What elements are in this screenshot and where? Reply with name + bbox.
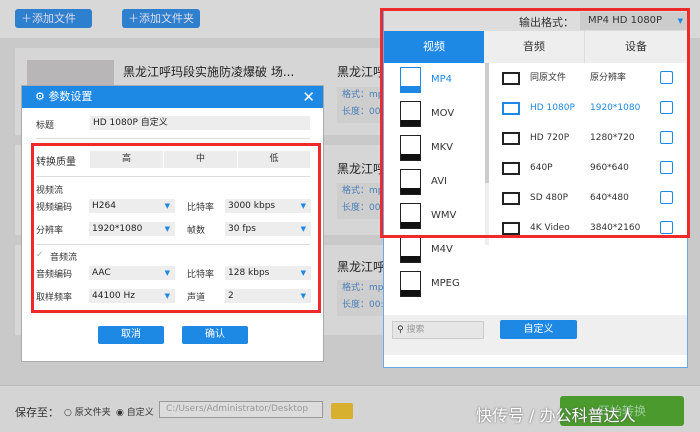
video-bitrate-select[interactable]: 3000 kbps ▼ (225, 199, 311, 213)
plus-icon: ＋ (21, 12, 32, 25)
add-folder-button[interactable]: ＋添加文件夹 (122, 9, 200, 28)
audio-bitrate-label: 比特率 (187, 270, 215, 280)
audio-section-label: 音频流 (50, 253, 78, 263)
resolution-label: 分辨率 (36, 226, 64, 236)
folder-icon[interactable] (331, 403, 353, 419)
quality-high[interactable]: 高 (90, 151, 163, 168)
audio-bitrate-select[interactable]: 128 kbps ▼ (225, 266, 311, 280)
file-output-title: 黑龙江呼 (337, 65, 386, 79)
format-item-mpeg[interactable]: MPEG (384, 267, 487, 300)
highlight-box (380, 8, 690, 238)
sample-rate-select[interactable]: 44100 Hz ▼ (89, 289, 175, 303)
dropdown-arrow-icon: ▼ (300, 292, 306, 300)
dropdown-arrow-icon: ▼ (300, 269, 306, 277)
dropdown-arrow-icon: ▼ (164, 202, 170, 210)
file-output-title: 黑龙江呼 (337, 260, 386, 274)
cancel-button[interactable]: 取消 (98, 326, 164, 344)
file-output-title: 黑龙江呼 (337, 162, 386, 176)
dialog-header: ⚙ 参数设置 ✕ (22, 86, 323, 108)
video-file-icon (400, 237, 421, 263)
audio-codec-select[interactable]: AAC ▼ (89, 266, 175, 280)
audio-codec-label: 音频编码 (36, 270, 73, 280)
file-meta: 格式：mp 长度：00: (337, 280, 387, 316)
video-codec-select[interactable]: H264 ▼ (89, 199, 175, 213)
confirm-button[interactable]: 确认 (182, 326, 248, 344)
audio-checkbox[interactable]: ✓ (36, 250, 44, 260)
fps-select[interactable]: 30 fps ▼ (225, 222, 311, 236)
radio-custom[interactable]: ◉ 自定义 (116, 405, 154, 418)
dropdown-arrow-icon: ▼ (300, 225, 306, 233)
fps-label: 帧数 (187, 226, 206, 236)
video-file-icon (400, 271, 421, 297)
watermark: 快传号 / 办公科普达人 (476, 406, 636, 425)
parameter-settings-dialog: ⚙ 参数设置 ✕ 标题 HD 1080P 自定义 转换质量 高 中 低 视频流 … (21, 85, 324, 362)
channel-select[interactable]: 2 ▼ (225, 289, 311, 303)
quality-low[interactable]: 低 (238, 151, 310, 168)
search-input[interactable]: ⚲ 搜索 (392, 321, 484, 339)
close-icon[interactable]: ✕ (302, 86, 315, 108)
dropdown-arrow-icon: ▼ (164, 269, 170, 277)
quality-medium[interactable]: 中 (164, 151, 237, 168)
radio-original-folder[interactable]: ○ 原文件夹 (64, 405, 111, 418)
video-bitrate-label: 比特率 (187, 203, 215, 213)
resolution-select[interactable]: 1920*1080 ▼ (89, 222, 175, 236)
save-path-input[interactable]: C:/Users/Administrator/Desktop (159, 401, 323, 418)
channel-label: 声道 (187, 293, 206, 303)
quality-label: 转换质量 (36, 157, 76, 168)
dropdown-arrow-icon: ▼ (300, 202, 306, 210)
panel-footer: ⚲ 搜索 自定义 (384, 315, 687, 355)
plus-icon: ＋ (128, 12, 139, 25)
custom-button[interactable]: 自定义 (500, 320, 577, 339)
sample-rate-label: 取样频率 (36, 293, 73, 303)
video-section-label: 视频流 (36, 186, 64, 196)
video-codec-label: 视频编码 (36, 203, 73, 213)
title-input[interactable]: HD 1080P 自定义 (90, 116, 310, 130)
add-file-button[interactable]: ＋添加文件 (15, 9, 92, 28)
dropdown-arrow-icon: ▼ (164, 225, 170, 233)
title-label: 标题 (36, 121, 55, 131)
gear-icon: ⚙ (35, 90, 49, 103)
file-title: 黑龙江呼玛段实施防凌爆破 场... (123, 65, 295, 79)
dropdown-arrow-icon: ▼ (164, 292, 170, 300)
save-to-label: 保存至： (15, 406, 59, 419)
